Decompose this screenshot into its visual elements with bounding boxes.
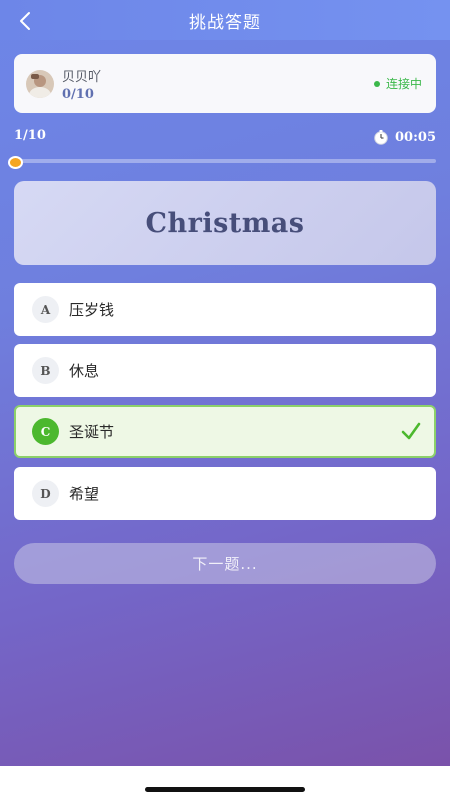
nav-bar: 挑战答题: [0, 0, 450, 40]
avatar: [26, 70, 54, 98]
question-word: Christmas: [145, 207, 305, 239]
status-badge: 连接中: [373, 75, 422, 92]
status-text: 连接中: [385, 77, 422, 91]
option-text: 希望: [69, 485, 100, 503]
option-text: 压岁钱: [69, 301, 115, 319]
user-score: 0/10: [62, 87, 94, 102]
status-dot-icon: [373, 80, 380, 87]
option-a[interactable]: A 压岁钱: [14, 283, 436, 336]
option-d[interactable]: D 希望: [14, 467, 436, 520]
page-title: 挑战答题: [189, 13, 261, 33]
option-letter: A: [32, 296, 59, 323]
option-letter: C: [32, 418, 59, 445]
stopwatch-icon: [374, 130, 388, 145]
check-icon: [401, 422, 421, 440]
progress-bar: [14, 159, 436, 163]
user-name: 贝贝吖: [62, 70, 102, 85]
question-progress: 1/10: [14, 128, 46, 143]
option-b[interactable]: B 休息: [14, 344, 436, 397]
home-indicator: [145, 787, 305, 792]
timer-text: 00:05: [395, 129, 436, 145]
option-letter: B: [32, 357, 59, 384]
next-question-button[interactable]: 下一题...: [14, 543, 436, 584]
quiz-screen: 挑战答题 贝贝吖 0/10 连接中 1/10 00:05 Christmas A…: [0, 0, 450, 766]
option-c[interactable]: C 圣诞节: [14, 405, 436, 458]
timer: 00:05: [373, 129, 436, 145]
option-text: 圣诞节: [69, 423, 115, 441]
option-text: 休息: [69, 362, 100, 380]
question-card: Christmas: [14, 181, 436, 265]
progress-knob: [8, 156, 23, 169]
user-card: 贝贝吖 0/10 连接中: [14, 54, 436, 113]
option-letter: D: [32, 480, 59, 507]
